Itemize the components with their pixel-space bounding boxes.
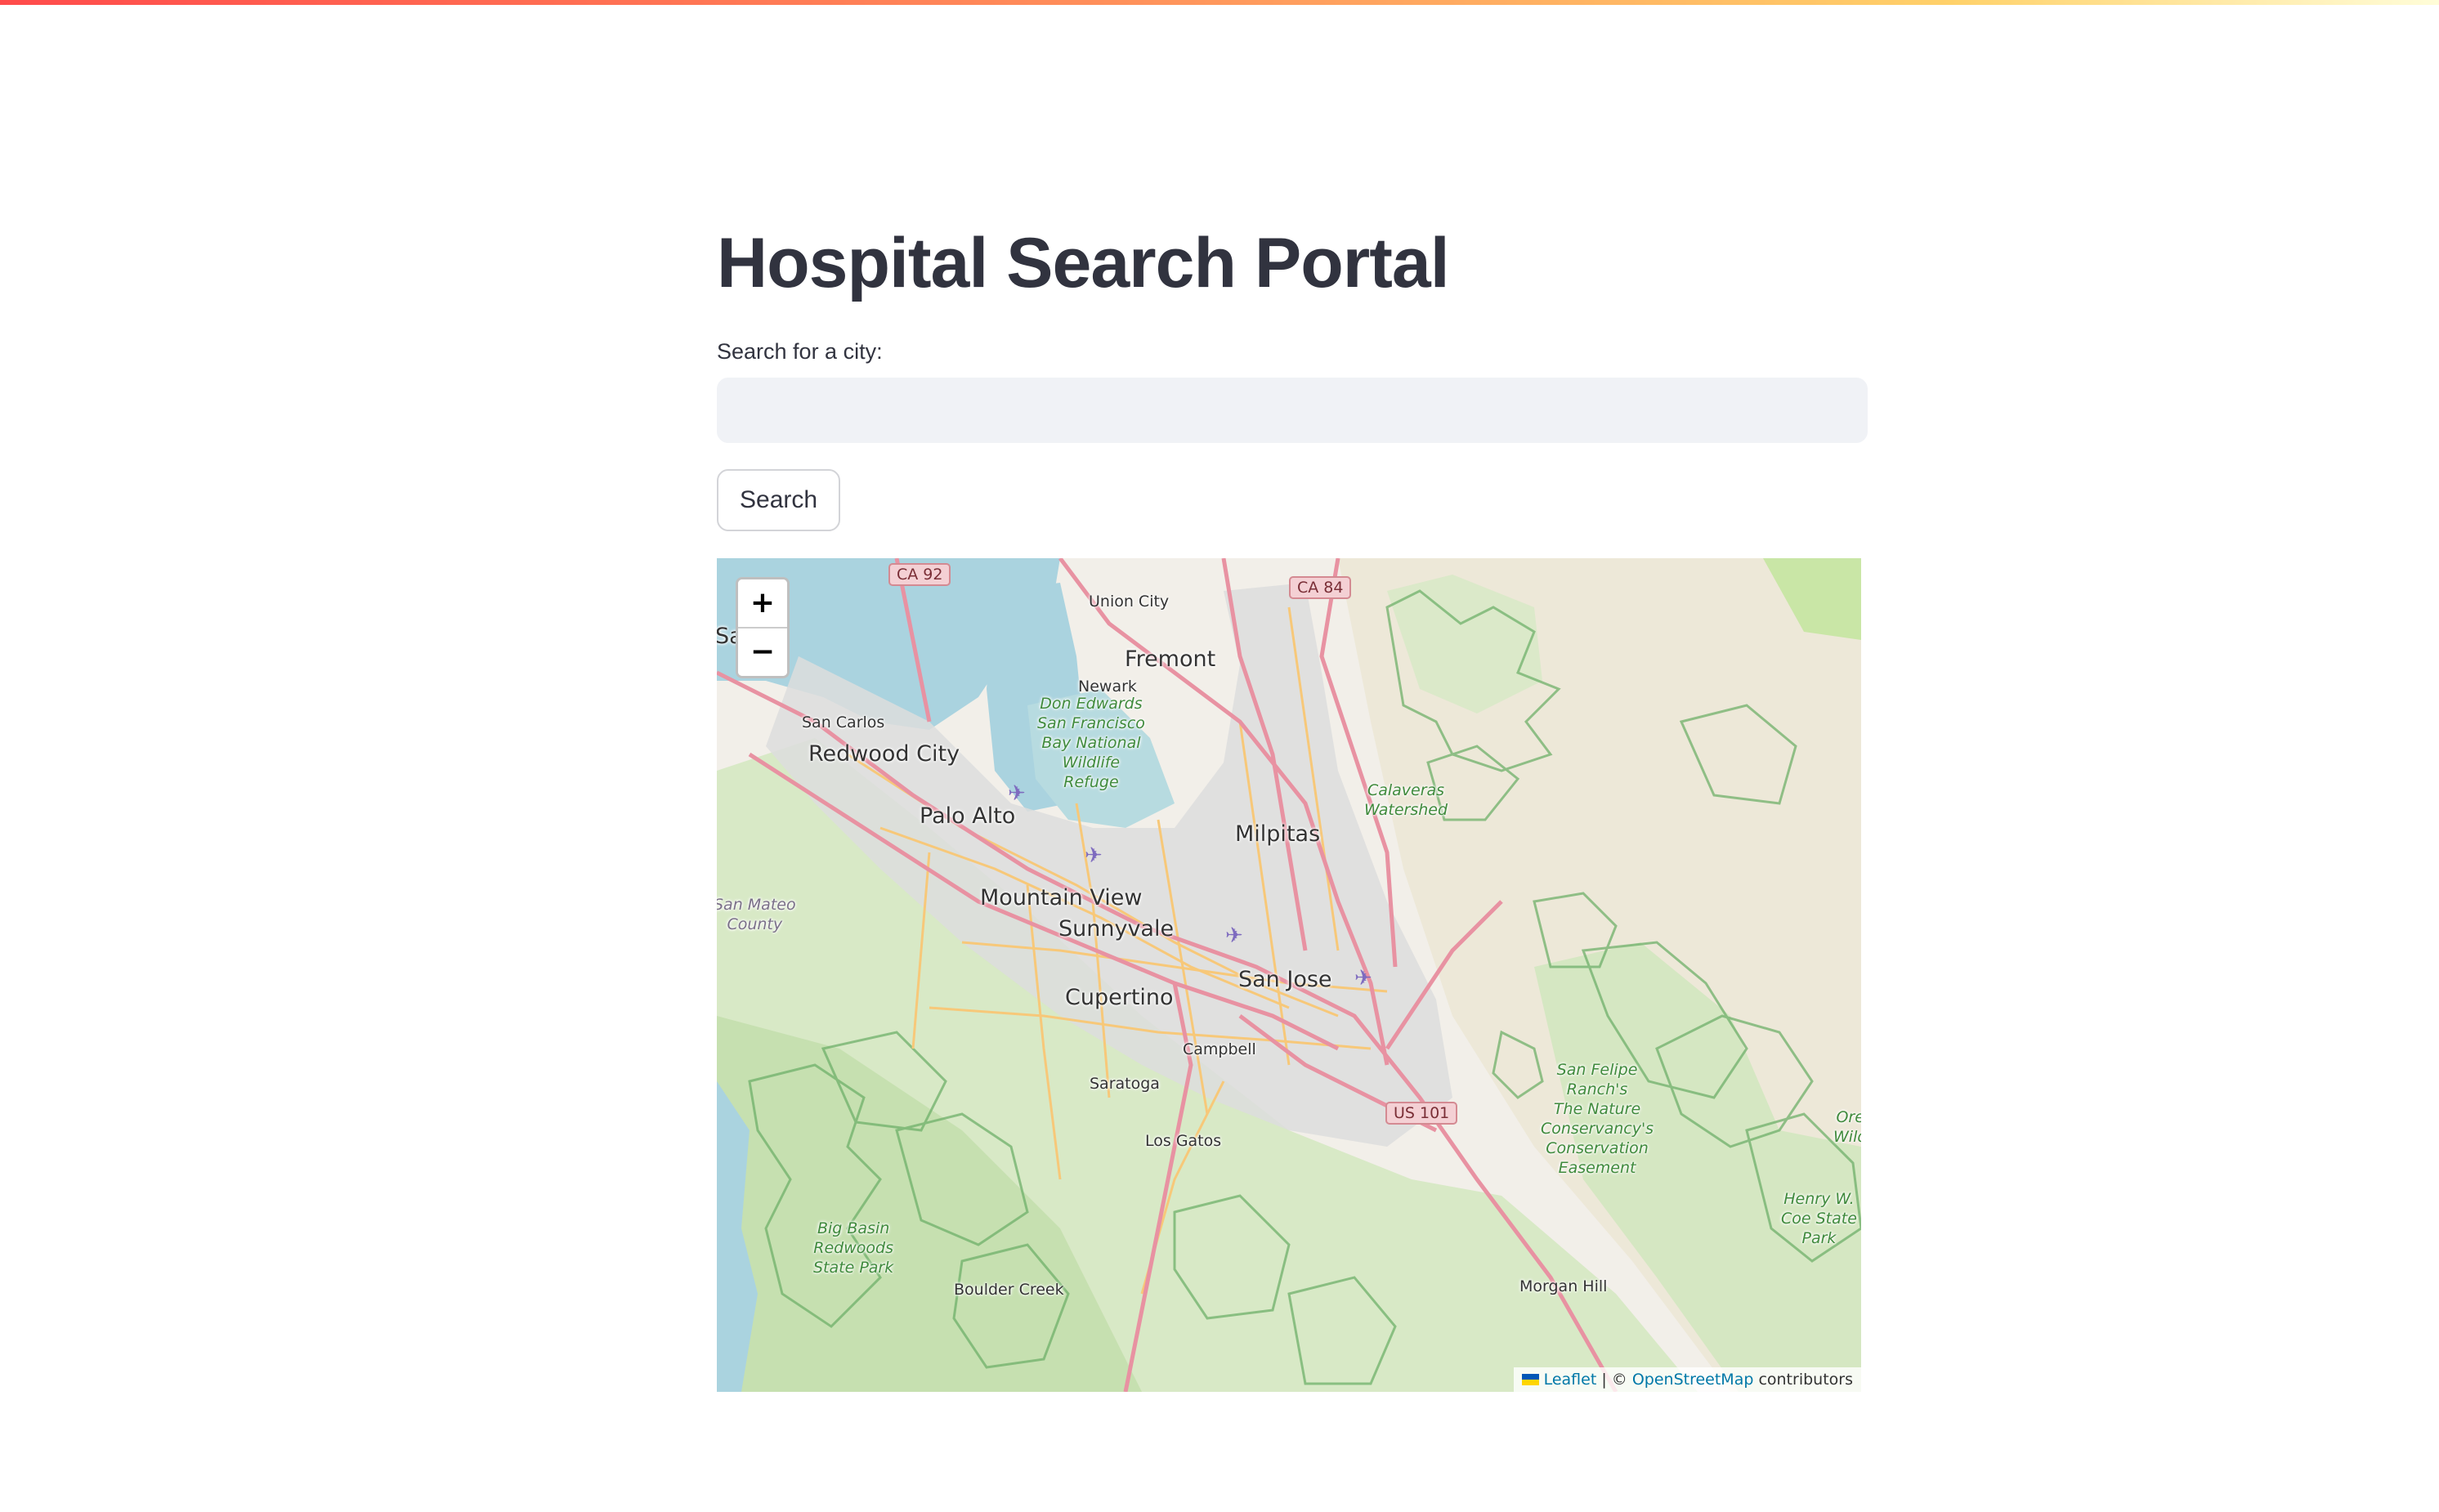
airport-icon: ✈: [1354, 965, 1372, 990]
city-label-cupertino: Cupertino: [1065, 985, 1174, 1010]
park-label-edge: Ore Wild: [1833, 1108, 1861, 1146]
route-shield-us101: US 101: [1385, 1102, 1458, 1125]
city-label-san-carlos: San Carlos: [802, 714, 885, 731]
park-label-san-felipe: San Felipe Ranch's The Nature Conservanc…: [1541, 1061, 1654, 1177]
zoom-out-button[interactable]: −: [738, 627, 787, 676]
route-shield-ca84: CA 84: [1289, 576, 1352, 599]
city-label-milpitas: Milpitas: [1235, 821, 1321, 847]
page-title: Hospital Search Portal: [717, 224, 1450, 302]
ukraine-flag-icon: [1521, 1374, 1539, 1385]
park-label-big-basin: Big Basin Redwoods State Park: [813, 1219, 894, 1277]
map-attribution: Leaflet | © OpenStreetMap contributors: [1513, 1367, 1861, 1392]
county-label-san-mateo: San Mateo County: [717, 896, 796, 933]
airport-icon: ✈: [1008, 781, 1026, 805]
city-label-palo-alto: Palo Alto: [920, 803, 1016, 829]
search-button[interactable]: Search: [717, 469, 841, 531]
city-label-boulder-creek: Boulder Creek: [954, 1281, 1064, 1299]
city-label-union-city: Union City: [1089, 593, 1170, 611]
zoom-in-button[interactable]: +: [738, 579, 787, 627]
city-search-input[interactable]: [717, 378, 1868, 443]
map-zoom-control: + −: [736, 577, 790, 678]
city-label-saratoga: Saratoga: [1090, 1075, 1160, 1093]
openstreetmap-link[interactable]: OpenStreetMap: [1632, 1371, 1754, 1389]
search-label: Search for a city:: [717, 339, 883, 364]
minus-icon: −: [750, 635, 776, 669]
park-label-henry-coe: Henry W. Coe State Park: [1781, 1190, 1857, 1247]
park-label-don-edwards: Don Edwards San Francisco Bay National W…: [1037, 695, 1145, 791]
city-label-san-jose: San Jose: [1238, 967, 1332, 992]
route-shield-ca92: CA 92: [888, 563, 951, 586]
airport-icon: ✈: [1085, 843, 1103, 867]
attribution-separator: | ©: [1596, 1371, 1632, 1389]
city-label-campbell: Campbell: [1183, 1040, 1256, 1058]
map-container[interactable]: CA 92 CA 84 US 101 Sa teo Union City Fre…: [717, 558, 1861, 1392]
city-label-sunnyvale: Sunnyvale: [1058, 916, 1175, 942]
city-label-fremont: Fremont: [1125, 646, 1216, 672]
park-label-calaveras: Calaveras Watershed: [1364, 781, 1448, 819]
leaflet-link[interactable]: Leaflet: [1544, 1371, 1597, 1389]
city-label-los-gatos: Los Gatos: [1145, 1132, 1222, 1150]
airport-icon: ✈: [1225, 923, 1243, 947]
city-label-redwood-city: Redwood City: [808, 741, 960, 767]
city-label-morgan-hill: Morgan Hill: [1519, 1277, 1608, 1295]
city-label-newark: Newark: [1078, 678, 1137, 696]
top-decoration-bar: [0, 0, 2439, 5]
plus-icon: +: [750, 586, 776, 620]
city-label-mountain-view: Mountain View: [980, 885, 1143, 910]
attribution-suffix: contributors: [1753, 1371, 1853, 1389]
